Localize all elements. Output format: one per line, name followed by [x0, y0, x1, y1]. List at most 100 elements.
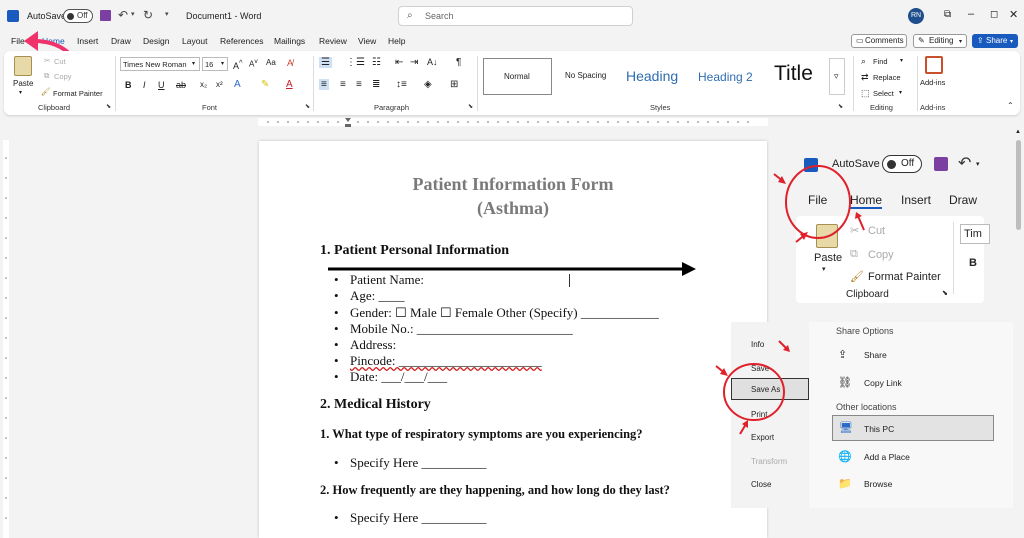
add-place-option[interactable]: Add a Place	[864, 452, 910, 462]
line-spacing-icon[interactable]: ↕≡	[396, 79, 407, 90]
text-effects-icon[interactable]: A	[234, 79, 241, 90]
inset-tab-insert[interactable]: Insert	[901, 193, 931, 207]
styles-launcher-icon[interactable]: ⬊	[838, 103, 843, 110]
show-marks-icon[interactable]: ¶	[456, 57, 461, 68]
select-button[interactable]: Select	[873, 89, 894, 98]
vertical-scrollbar[interactable]: ▲	[1013, 128, 1024, 538]
style-title[interactable]: Title	[766, 58, 826, 95]
search-box[interactable]: ⌕ Search	[398, 6, 633, 26]
select-dropdown-icon[interactable]: ▾	[899, 89, 902, 96]
restore-icon[interactable]: ◻	[990, 9, 998, 20]
copy-button[interactable]: Copy	[54, 72, 72, 81]
font-name-select[interactable]: Times New Roman ▾	[120, 57, 200, 71]
chevron-down-icon[interactable]: ▾	[822, 265, 826, 273]
backstage-transform[interactable]: Transform	[751, 457, 787, 466]
document-page[interactable]: Patient Information Form (Asthma) 1. Pat…	[259, 141, 767, 538]
multilevel-list-icon[interactable]: ☷	[372, 57, 381, 68]
ribbon-display-icon[interactable]: ⧉	[944, 9, 951, 20]
highlight-icon[interactable]: ✎	[261, 79, 269, 90]
cut-button[interactable]: Cut	[54, 57, 66, 66]
align-left-icon[interactable]: ≡	[319, 79, 329, 90]
bullets-icon[interactable]: ☰	[319, 57, 332, 68]
redo-icon[interactable]: ↻	[143, 8, 153, 22]
save-icon[interactable]	[934, 157, 948, 171]
scroll-thumb[interactable]	[1016, 140, 1021, 230]
horizontal-ruler[interactable]	[258, 116, 768, 128]
autosave-toggle[interactable]: Off	[63, 9, 93, 23]
font-size-select[interactable]: 16 ▾	[202, 57, 228, 71]
inset-autosave-toggle[interactable]: Off	[882, 155, 922, 173]
format-painter-button[interactable]: Format Painter	[53, 89, 103, 98]
browse-option[interactable]: Browse	[864, 479, 892, 489]
bold-icon[interactable]: B	[969, 257, 977, 269]
find-dropdown-icon[interactable]: ▾	[900, 57, 903, 64]
style-heading[interactable]: Heading	[622, 58, 692, 95]
backstage-info[interactable]: Info	[751, 340, 764, 349]
undo-dropdown-icon[interactable]: ▾	[976, 160, 980, 168]
style-heading-2[interactable]: Heading 2	[694, 58, 764, 95]
inset-tab-draw[interactable]: Draw	[949, 193, 977, 207]
share-button[interactable]: ⇪ Share ▾	[972, 34, 1018, 48]
undo-icon[interactable]: ↶	[958, 153, 971, 173]
subscript-icon[interactable]: x₂	[200, 80, 207, 89]
addins-button[interactable]: Add-ins	[920, 78, 945, 87]
editing-mode-button[interactable]: ✎ Editing ▾	[913, 34, 967, 48]
font-launcher-icon[interactable]: ⬊	[305, 103, 310, 110]
styles-gallery-more[interactable]: ▿	[829, 58, 845, 95]
copy-link-option[interactable]: Copy Link	[864, 378, 902, 388]
comments-button[interactable]: ▭ Comments	[851, 34, 907, 48]
tab-mailings[interactable]: Mailings	[274, 36, 305, 46]
shading-icon[interactable]: ◈	[424, 79, 432, 90]
paragraph-launcher-icon[interactable]: ⬊	[468, 103, 473, 110]
share-option[interactable]: Share	[864, 350, 887, 360]
paste-dropdown-icon[interactable]: ▾	[19, 89, 22, 96]
tab-design[interactable]: Design	[143, 36, 169, 46]
minimize-icon[interactable]: –	[968, 8, 974, 20]
save-icon[interactable]	[100, 10, 111, 21]
close-icon[interactable]: ✕	[1009, 8, 1018, 21]
tab-draw[interactable]: Draw	[111, 36, 131, 46]
vertical-ruler[interactable]	[0, 128, 12, 538]
tab-references[interactable]: References	[220, 36, 263, 46]
sort-icon[interactable]: A↓	[427, 57, 438, 67]
tab-help[interactable]: Help	[388, 36, 405, 46]
style-normal[interactable]: Normal	[483, 58, 552, 95]
launcher-icon[interactable]: ⬊	[942, 289, 948, 297]
decrease-indent-icon[interactable]: ⇤	[395, 57, 403, 68]
tab-review[interactable]: Review	[319, 36, 347, 46]
paste-icon[interactable]	[14, 56, 32, 76]
inset-copy-label[interactable]: Copy	[868, 249, 894, 261]
inset-format-painter-label[interactable]: Format Painter	[868, 271, 941, 283]
paste-button[interactable]: Paste	[13, 79, 33, 88]
tab-layout[interactable]: Layout	[182, 36, 208, 46]
style-no-spacing[interactable]: No Spacing	[555, 58, 621, 95]
increase-indent-icon[interactable]: ⇥	[410, 57, 418, 68]
inset-font-name-box[interactable]: Tim	[960, 224, 990, 244]
align-right-icon[interactable]: ≡	[356, 79, 362, 90]
undo-icon[interactable]: ↶	[118, 8, 128, 22]
font-color-icon[interactable]: A	[286, 79, 293, 90]
scroll-up-icon[interactable]: ▲	[1015, 129, 1021, 135]
find-button[interactable]: Find	[873, 57, 888, 66]
strikethrough-icon[interactable]: ab	[176, 80, 186, 90]
underline-icon[interactable]: U	[158, 80, 165, 90]
addins-icon[interactable]	[925, 56, 943, 74]
clipboard-launcher-icon[interactable]: ⬊	[106, 103, 111, 110]
tab-view[interactable]: View	[358, 36, 376, 46]
numbering-icon[interactable]: ⋮☰	[346, 57, 365, 68]
backstage-close[interactable]: Close	[751, 480, 771, 489]
align-center-icon[interactable]: ≡	[340, 79, 346, 90]
superscript-icon[interactable]: x²	[216, 80, 223, 89]
undo-dropdown-icon[interactable]: ▾	[131, 10, 135, 18]
borders-icon[interactable]: ⊞	[450, 79, 458, 90]
shrink-font-icon[interactable]: Av	[249, 58, 258, 69]
customize-qat-icon[interactable]: ▾	[165, 10, 169, 18]
clear-formatting-icon[interactable]: A̸	[287, 58, 293, 68]
inset-paste-label[interactable]: Paste	[814, 252, 842, 264]
justify-icon[interactable]: ≣	[372, 79, 380, 90]
change-case-icon[interactable]: Aa	[266, 58, 276, 67]
collapse-ribbon-icon[interactable]: ⌃	[1007, 101, 1014, 110]
replace-button[interactable]: Replace	[873, 73, 901, 82]
italic-icon[interactable]: I	[143, 80, 146, 90]
grow-font-icon[interactable]: A^	[233, 58, 243, 71]
